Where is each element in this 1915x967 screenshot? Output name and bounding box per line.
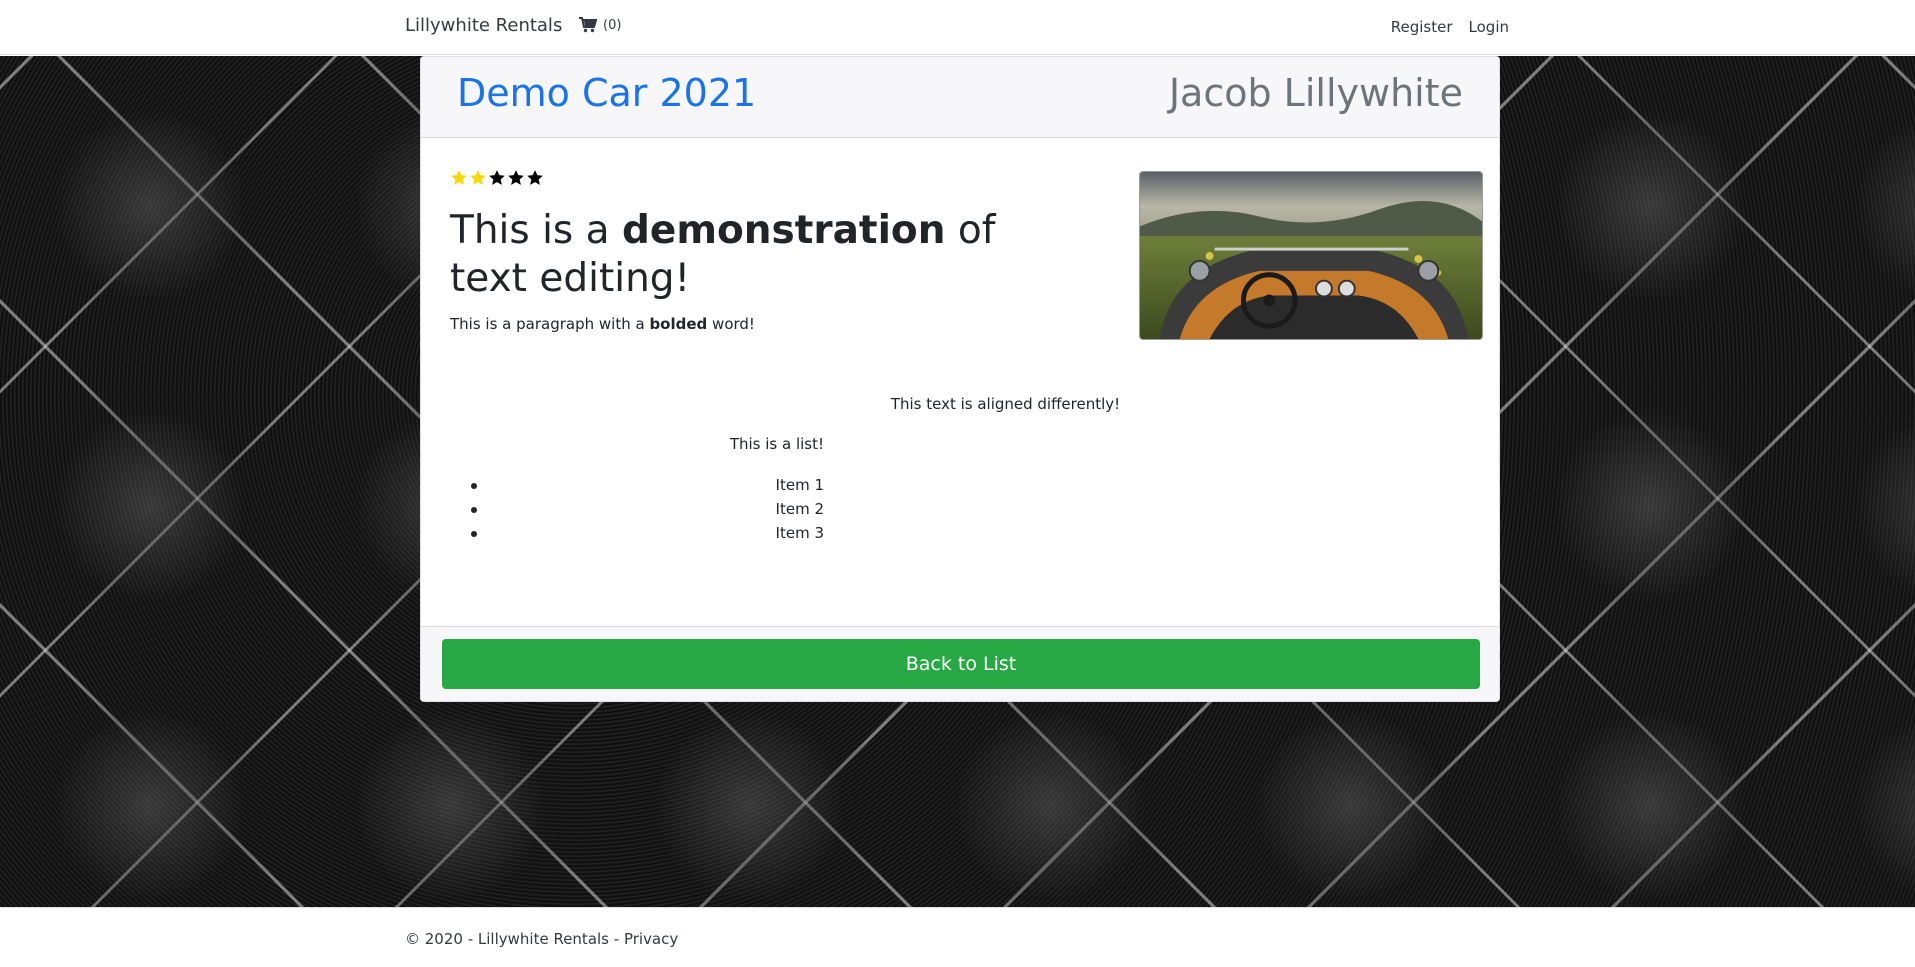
para-text-pre: This is a paragraph with a	[450, 315, 650, 333]
copyright-text: © 2020 - Lillywhite Rentals -	[405, 930, 624, 948]
item-list: Item 1 Item 2 Item 3	[450, 473, 824, 545]
car-detail-card: Demo Car 2021 Jacob Lillywhite This is a…	[420, 56, 1500, 702]
shopping-cart-icon	[579, 17, 597, 33]
star-icon	[470, 170, 486, 185]
description-heading: This is a demonstration of text editing!	[450, 207, 1050, 303]
page-footer: © 2020 - Lillywhite Rentals - Privacy	[0, 907, 1915, 967]
brand-link[interactable]: Lillywhite Rentals	[405, 15, 562, 36]
footer-text: © 2020 - Lillywhite Rentals - Privacy	[405, 930, 678, 948]
star-rating	[450, 169, 544, 187]
privacy-link[interactable]: Privacy	[624, 930, 678, 948]
card-header: Demo Car 2021 Jacob Lillywhite	[421, 57, 1499, 138]
owner-name: Jacob Lillywhite	[1168, 71, 1463, 115]
star-icon	[508, 170, 524, 185]
car-photo	[1139, 171, 1483, 340]
star-icon	[527, 170, 543, 185]
heading-bold-word: demonstration	[621, 208, 946, 253]
star-icon	[489, 170, 505, 185]
account-nav: Register Login	[1391, 18, 1509, 36]
login-link[interactable]: Login	[1469, 18, 1509, 36]
star-icon	[451, 170, 467, 185]
card-footer: Back to List	[421, 626, 1499, 701]
list-item: Item 1	[450, 473, 824, 497]
car-title: Demo Car 2021	[457, 71, 757, 115]
top-navbar: Lillywhite Rentals (0) Register Login	[0, 0, 1915, 55]
para-text-post: word!	[707, 315, 755, 333]
list-item: Item 3	[450, 521, 824, 545]
description-paragraph: This is a paragraph with a bolded word!	[450, 315, 755, 333]
list-item: Item 2	[450, 497, 824, 521]
list-intro: This is a list!	[729, 435, 824, 453]
register-link[interactable]: Register	[1391, 18, 1453, 36]
cart-link[interactable]: (0)	[579, 17, 621, 33]
back-to-list-button[interactable]: Back to List	[442, 639, 1480, 689]
cart-count: (0)	[603, 17, 622, 33]
heading-text-pre: This is a	[450, 208, 622, 253]
aligned-text: This text is aligned differently!	[890, 395, 1121, 413]
para-bold-word: bolded	[649, 315, 708, 333]
